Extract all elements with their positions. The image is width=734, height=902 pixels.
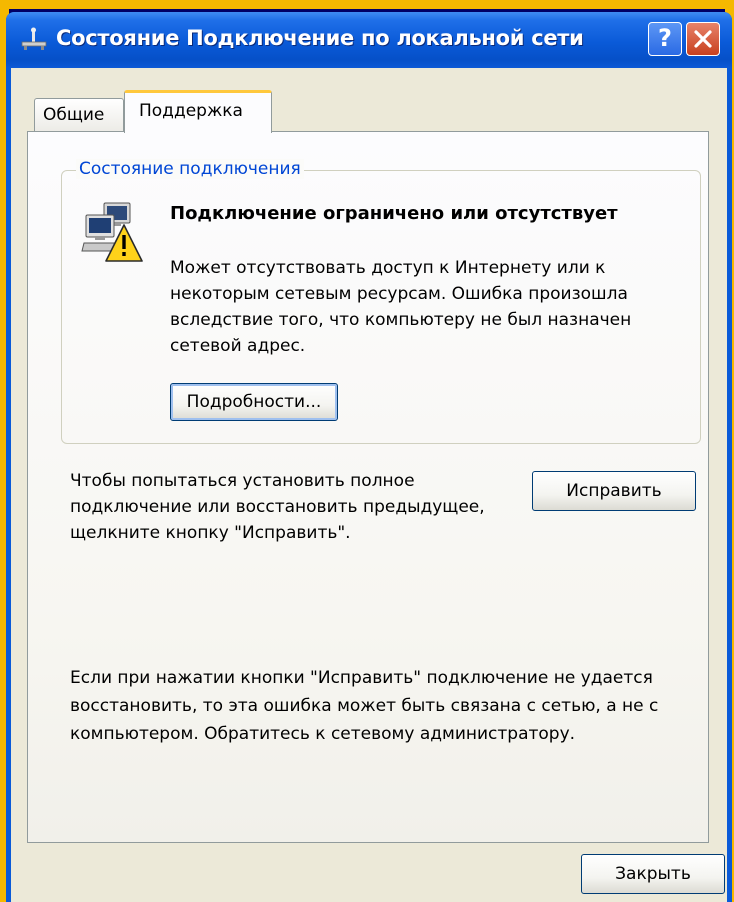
repair-instruction: Чтобы попытаться установить полное подкл… (70, 471, 485, 543)
connection-status-group: Состояние подключения Подключение ограни… (61, 159, 701, 444)
network-warning-icon (81, 202, 143, 262)
group-title: Состояние подключения (76, 159, 304, 179)
tab-general[interactable]: Общие (34, 98, 124, 132)
window-close-button[interactable] (686, 22, 720, 56)
help-button[interactable]: ? (648, 22, 682, 56)
network-connection-icon (21, 27, 47, 50)
details-button[interactable]: Подробности... (170, 383, 338, 421)
status-description: Может отсутствовать доступ к Интернету и… (170, 258, 632, 356)
dialog-body: Общие Поддержка Состояние подключения По… (11, 68, 727, 902)
close-button[interactable]: Закрыть (581, 854, 725, 894)
tab-support-label: Поддержка (139, 101, 243, 121)
help-icon: ? (658, 24, 672, 52)
tab-general-label: Общие (43, 105, 105, 125)
title-bar[interactable]: Состояние Подключение по локальной сети … (6, 12, 732, 68)
tab-support[interactable]: Поддержка (124, 90, 272, 133)
dialog-window: Состояние Подключение по локальной сети … (6, 12, 732, 902)
repair-info-text: Если при нажатии кнопки "Исправить" подк… (70, 668, 659, 744)
screenshot-stage: Состояние Подключение по локальной сети … (0, 0, 734, 902)
status-heading: Подключение ограничено или отсутствует (170, 203, 618, 224)
repair-button[interactable]: Исправить (532, 471, 696, 511)
window-title: Состояние Подключение по локальной сети (56, 26, 584, 50)
close-icon (694, 30, 712, 48)
tab-panel-support: Состояние подключения Подключение ограни… (27, 131, 709, 843)
